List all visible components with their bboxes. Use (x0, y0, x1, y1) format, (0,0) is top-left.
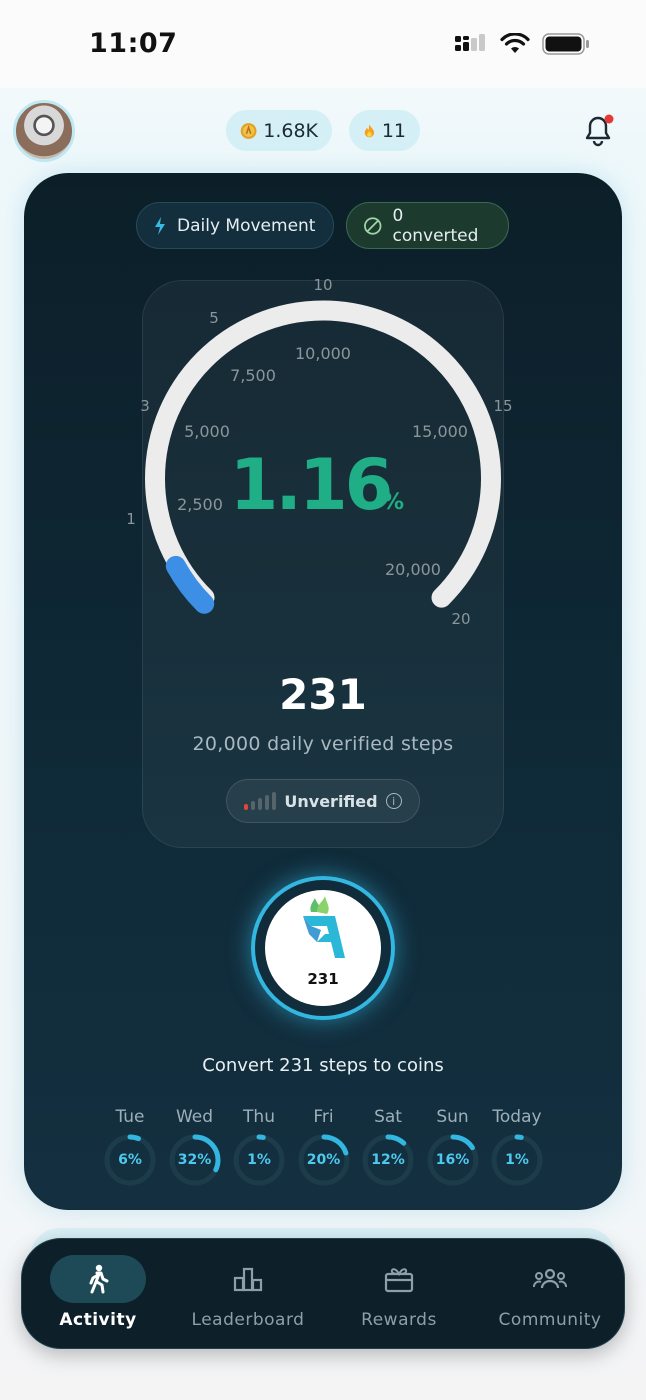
walking-person-icon (89, 1264, 109, 1294)
day-percent: 12% (371, 1152, 405, 1168)
day-name: Today (492, 1107, 542, 1127)
gauge-outer-label: 3 (140, 397, 150, 415)
day-progress-tue[interactable]: Tue 6% (102, 1107, 158, 1187)
tab-activity-icon-wrap (50, 1255, 146, 1303)
top-header: 1.68K 11 (0, 100, 646, 162)
day-percent: 1% (505, 1152, 529, 1168)
wifi-icon (500, 33, 530, 53)
day-name: Fri (313, 1107, 334, 1127)
day-percent: 20% (306, 1152, 341, 1168)
day-name: Thu (243, 1107, 275, 1127)
gauge-outer-label: 15 (493, 397, 512, 415)
day-progress-today[interactable]: Today 1% (489, 1107, 545, 1187)
status-icons (454, 32, 590, 56)
gauge-outer-label: 20 (451, 610, 470, 628)
day-name: Tue (115, 1107, 145, 1127)
gift-icon (384, 1268, 414, 1293)
coins-balance-pill[interactable]: 1.68K (226, 110, 332, 151)
tab-rewards[interactable]: Rewards (324, 1239, 474, 1350)
gauge-outer-label: 10 (313, 276, 332, 294)
step-gauge: 1 3 5 10 15 20 2,500 5,000 7,500 10,000 15,000 20,… (126, 276, 512, 628)
leaderboard-icon (233, 1267, 263, 1292)
convert-badge-steps: 231 (307, 970, 339, 988)
day-progress-sat[interactable]: Sat 12% (360, 1107, 416, 1187)
day-ring: 12% (361, 1133, 415, 1187)
day-ring: 1% (232, 1133, 286, 1187)
day-ring: 6% (103, 1133, 157, 1187)
gauge-progress (165, 555, 215, 614)
flame-icon (364, 124, 375, 137)
status-bar: 11:07 (0, 0, 646, 88)
day-name: Wed (175, 1107, 214, 1127)
tab-activity[interactable]: Activity (23, 1239, 173, 1350)
gauge-outer-label: 5 (209, 309, 219, 327)
gauge-inner-label: 2,500 (177, 495, 223, 514)
convert-steps-label: Convert 231 steps to coins (202, 1055, 444, 1076)
info-icon[interactable]: i (385, 793, 402, 809)
notification-bell-icon[interactable] (582, 114, 614, 148)
battery-icon (542, 33, 589, 55)
tab-community-label: Community (498, 1310, 602, 1330)
streak-pill[interactable]: 11 (349, 110, 420, 151)
tab-rewards-label: Rewards (361, 1310, 437, 1330)
day-progress-wed[interactable]: Wed 32% (167, 1107, 223, 1187)
cellular-signal-icon (455, 34, 485, 51)
steps-count: 231 (279, 670, 367, 719)
day-ring: 16% (426, 1133, 480, 1187)
gauge-inner-label: 20,000 (385, 560, 441, 579)
day-progress-thu[interactable]: Thu 1% (231, 1107, 287, 1187)
gauge-inner-label: 5,000 (184, 422, 230, 441)
coin-icon (240, 122, 257, 139)
day-ring: 20% (297, 1133, 351, 1187)
coins-value: 1.68K (263, 119, 318, 142)
tab-rewards-icon-wrap (351, 1255, 447, 1303)
weekly-progress: Tue 6% Wed 32% Thu 1% Fri 20% Sat 12% Sun 16% Today 1… (102, 1107, 546, 1187)
signal-bars-icon (244, 792, 277, 810)
tab-community[interactable]: Community (475, 1239, 625, 1350)
status-time: 11:07 (89, 28, 178, 59)
day-percent: 6% (118, 1152, 142, 1168)
bottom-tab-bar: Activity Leaderboard Rewards Community (21, 1238, 625, 1349)
gauge-inner-label: 7,500 (230, 366, 276, 385)
community-icon (533, 1268, 567, 1289)
streak-value: 11 (381, 119, 406, 142)
convert-steps-button[interactable]: 231 (251, 876, 395, 1020)
convert-badge: 231 (265, 890, 381, 1006)
daily-movement-card: Daily Movement 0 converted 1 3 5 10 15 20 2,5… (24, 173, 622, 1210)
gauge-inner-label: 10,000 (295, 344, 351, 363)
tab-activity-label: Activity (59, 1310, 137, 1330)
steps-goal-subtitle: 20,000 daily verified steps (192, 733, 454, 755)
day-ring: 1% (490, 1133, 544, 1187)
day-name: Sun (436, 1107, 469, 1127)
verification-status-label: Unverified (284, 791, 378, 811)
verification-status-pill[interactable]: Unverified i (226, 779, 420, 823)
day-progress-fri[interactable]: Fri 20% (296, 1107, 352, 1187)
tab-leaderboard[interactable]: Leaderboard (173, 1239, 323, 1350)
gauge-outer-label: 1 (126, 510, 136, 528)
day-percent: 1% (247, 1152, 271, 1168)
app-logo-icon (303, 896, 345, 958)
day-progress-sun[interactable]: Sun 16% (425, 1107, 481, 1187)
tab-leaderboard-icon-wrap (200, 1255, 296, 1303)
gauge-percent-value: 1.16 (230, 444, 391, 526)
tab-leaderboard-label: Leaderboard (191, 1310, 305, 1330)
day-percent: 32% (177, 1152, 212, 1168)
gauge-percent-unit: % (382, 490, 404, 515)
day-name: Sat (374, 1107, 402, 1127)
avatar[interactable] (13, 100, 75, 162)
day-ring: 32% (168, 1133, 222, 1187)
gauge-inner-label: 15,000 (412, 422, 468, 441)
tab-community-icon-wrap (502, 1255, 598, 1303)
day-percent: 16% (435, 1152, 470, 1168)
svg-text:1.16: 1.16 (230, 444, 391, 526)
